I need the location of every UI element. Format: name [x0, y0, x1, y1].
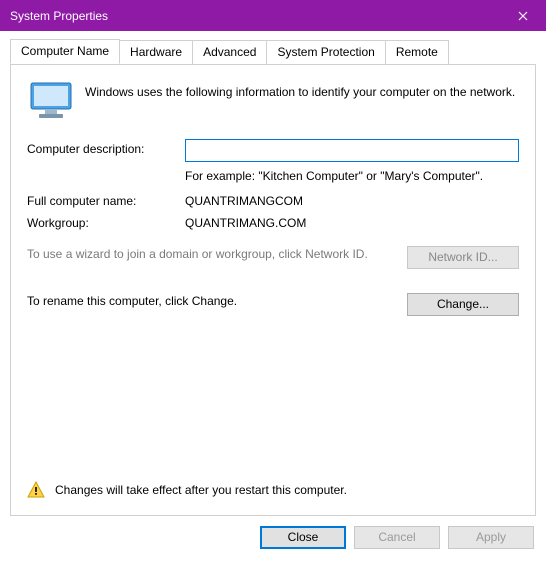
tab-advanced[interactable]: Advanced [192, 40, 267, 65]
description-example: For example: "Kitchen Computer" or "Mary… [185, 168, 519, 184]
tab-remote[interactable]: Remote [385, 40, 449, 65]
description-label: Computer description: [27, 139, 185, 156]
close-button[interactable]: Close [260, 526, 346, 549]
full-name-label: Full computer name: [27, 194, 185, 208]
apply-button[interactable]: Apply [448, 526, 534, 549]
network-id-button[interactable]: Network ID... [407, 246, 519, 269]
restart-notice-row: Changes will take effect after you resta… [27, 481, 347, 499]
warning-icon [27, 481, 45, 499]
network-id-text: To use a wizard to join a domain or work… [27, 246, 407, 262]
intro-text: Windows uses the following information t… [85, 81, 515, 100]
dialog-footer: Close Cancel Apply [10, 516, 536, 549]
close-icon[interactable] [500, 0, 546, 31]
cancel-button[interactable]: Cancel [354, 526, 440, 549]
tabstrip: Computer Name Hardware Advanced System P… [10, 39, 536, 64]
tabpanel-computer-name: Windows uses the following information t… [10, 64, 536, 516]
full-name-value: QUANTRIMANGCOM [185, 194, 519, 208]
tab-system-protection[interactable]: System Protection [266, 40, 385, 65]
workgroup-value: QUANTRIMANG.COM [185, 216, 519, 230]
change-button[interactable]: Change... [407, 293, 519, 316]
dialog-body: Computer Name Hardware Advanced System P… [0, 31, 546, 559]
workgroup-label: Workgroup: [27, 216, 185, 230]
titlebar: System Properties [0, 0, 546, 31]
window-title: System Properties [10, 9, 500, 23]
tab-hardware[interactable]: Hardware [119, 40, 193, 65]
description-input[interactable] [185, 139, 519, 162]
monitor-icon [27, 81, 75, 121]
tab-computer-name[interactable]: Computer Name [10, 39, 120, 64]
rename-text: To rename this computer, click Change. [27, 293, 407, 309]
restart-notice-text: Changes will take effect after you resta… [55, 483, 347, 497]
